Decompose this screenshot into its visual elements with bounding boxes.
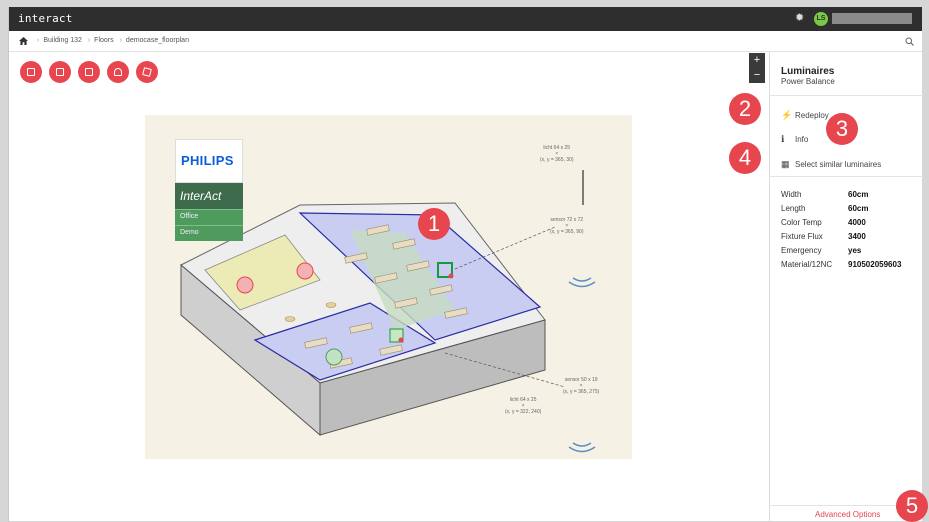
gear-icon[interactable]: ✹ [795,11,804,24]
select-similar-action[interactable]: ▦ Select similar luminaires [781,159,881,170]
spec-value: 60cm [848,204,869,213]
spec-value: yes [848,246,862,255]
spec-value: 60cm [848,190,869,199]
philips-logo: PHILIPS InterAct Office Demo [175,139,243,243]
breadcrumb: › Building 132 › Floors › democase_floorpla… [9,31,922,52]
room-tool-button[interactable] [49,61,71,83]
spec-label: Color Temp [781,218,822,227]
spec-value: 4000 [848,218,866,227]
panel-title: Luminaires [781,66,835,77]
top-bar: interact ✹ LS [9,7,922,31]
spec-label: Material/12NC [781,260,833,269]
spec-label: Length [781,204,806,213]
group-tool-button[interactable] [107,61,129,83]
info-icon: ℹ [781,134,785,144]
floorplan-canvas[interactable]: PHILIPS InterAct Office Demo licht 64 x … [145,115,632,459]
zoom-in-button[interactable]: + [749,53,765,68]
app-name: interact [18,12,73,25]
luminaire-tool-button[interactable] [78,61,100,83]
breadcrumb-floorplan: democase_floorplan [125,37,189,44]
app-window: interact ✹ LS › Building 132 › Floors › dem… [8,7,923,521]
search-icon[interactable] [905,37,914,46]
home-icon[interactable] [19,37,28,45]
spec-label: Fixture Flux [781,232,823,241]
callout-2: 2 [729,93,761,125]
grid-icon: ▦ [781,159,790,169]
spec-value: 910502059603 [848,260,902,269]
panel-subtitle: Power Balance [781,77,835,86]
callout-4: 4 [729,142,761,174]
spec-label: Emergency [781,246,822,255]
annotation-licht-bottom: licht 64 x 25 × (x, y = 322, 240) [505,397,542,415]
callout-1: 1 [418,208,450,240]
callout-5: 5 [896,490,928,522]
spec-label: Width [781,190,802,199]
zoom-controls: + − [749,53,765,83]
redeploy-action[interactable]: ⚡ Redeploy [781,110,829,121]
logo-row-demo: Demo [180,229,199,236]
logo-brand: PHILIPS [181,153,234,168]
zoom-out-button[interactable]: − [749,68,765,83]
user-name-redacted[interactable] [832,13,912,24]
annotation-sensor-bottom: sensor 50 x 19 × (x, y = 365, 275) [563,377,600,395]
logo-product: InterAct [180,189,222,203]
breadcrumb-floors[interactable]: Floors [94,37,113,44]
callout-3: 3 [826,113,858,145]
annotation-licht-top: licht 64 x 25 × (x, y = 365, 30) [540,145,574,163]
info-action[interactable]: ℹ Info [781,134,808,145]
edit-tool-button[interactable] [136,61,158,83]
select-tool-button[interactable] [20,61,42,83]
lightning-icon: ⚡ [781,110,793,120]
spec-value: 3400 [848,232,866,241]
annotation-sensor-top: sensor 72 x 72 × (x, y = 365, 90) [550,217,584,235]
logo-row-office: Office [180,213,199,220]
breadcrumb-building[interactable]: Building 132 [43,37,82,44]
avatar[interactable]: LS [814,12,828,26]
